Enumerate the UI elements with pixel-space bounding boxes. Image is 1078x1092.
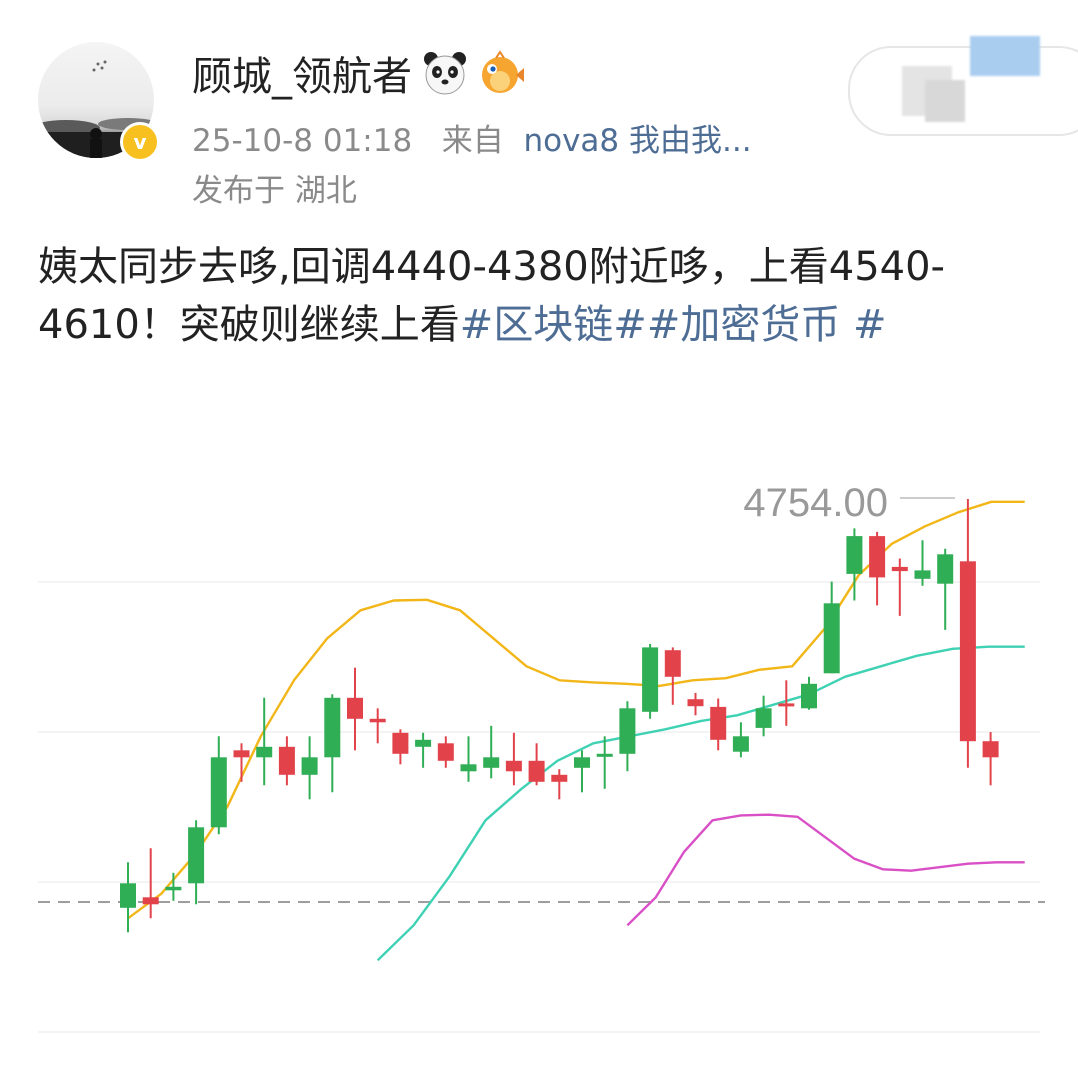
candle-body [142,897,159,905]
candle-body [392,732,409,754]
candle-body [619,708,636,754]
blowfish-icon [482,50,524,93]
candle-body [710,706,727,740]
candle-body [687,699,704,707]
candle-body [664,650,681,677]
candle-body [551,774,568,782]
candle-body [869,536,886,578]
candle-body [574,757,590,768]
source-label: 来自 [441,123,504,159]
candle-body [755,708,772,728]
ma-long-line [626,813,1025,927]
candle-body [846,536,863,574]
candle-body [528,760,545,782]
candlestick-chart[interactable]: 4754.00 [0,470,1078,1092]
chart-gridlines [38,581,1045,1033]
chart-ma-lines [127,500,1025,962]
hashtag-link[interactable]: #区块链# [460,302,647,348]
candle-body [188,827,205,884]
candle-body [505,760,522,772]
candle-body [937,554,954,584]
candle-body [415,739,432,747]
candle-body [120,883,136,908]
username-text[interactable]: 顾城_领航者 [192,44,412,102]
post-location: 发布于 湖北 [192,173,357,209]
candle-body [483,757,500,768]
candle-body [369,718,386,723]
source-device-link[interactable]: nova8 我由我... [523,123,751,159]
verified-badge-icon: v [120,122,160,162]
blurred-follow-content [925,80,965,122]
candle-body [324,697,341,758]
candle-body [982,741,999,758]
candle-body [778,703,795,707]
candle-body [233,750,250,758]
blurred-follow-content [970,36,1040,76]
candle-body [596,753,613,757]
candle-body [347,697,363,719]
post-meta: 25-10-8 01:18 来自 nova8 我由我... [192,115,752,160]
candle-body [642,647,659,712]
candle-body [256,746,273,758]
post-time: 25-10-8 01:18 [192,123,413,159]
candle-body [959,561,976,742]
candle-body [278,746,295,775]
candle-body [823,603,840,674]
candle-body [437,743,454,761]
candle-body [210,757,227,828]
hashtag-link[interactable]: #加密货币 # [647,302,887,348]
candle-body [301,757,318,775]
candle-body [165,886,182,891]
chart-high-price-label: 4754.00 [743,481,888,525]
post-body: 姨太同步去哆,回调4440-4380附近哆，上看4540-4610！突破则继续上… [38,238,1018,354]
ma-short-line [127,500,1025,920]
candle-body [460,764,477,772]
post-author[interactable]: 顾城_领航者 [192,44,524,102]
candle-body [732,736,749,752]
ma-mid-line [376,645,1025,962]
follow-button[interactable] [848,36,1078,136]
candle-body [891,566,908,572]
panda-face-icon [424,52,466,95]
chart-candles [120,499,999,933]
candle-body [801,683,817,709]
candle-body [914,570,931,579]
